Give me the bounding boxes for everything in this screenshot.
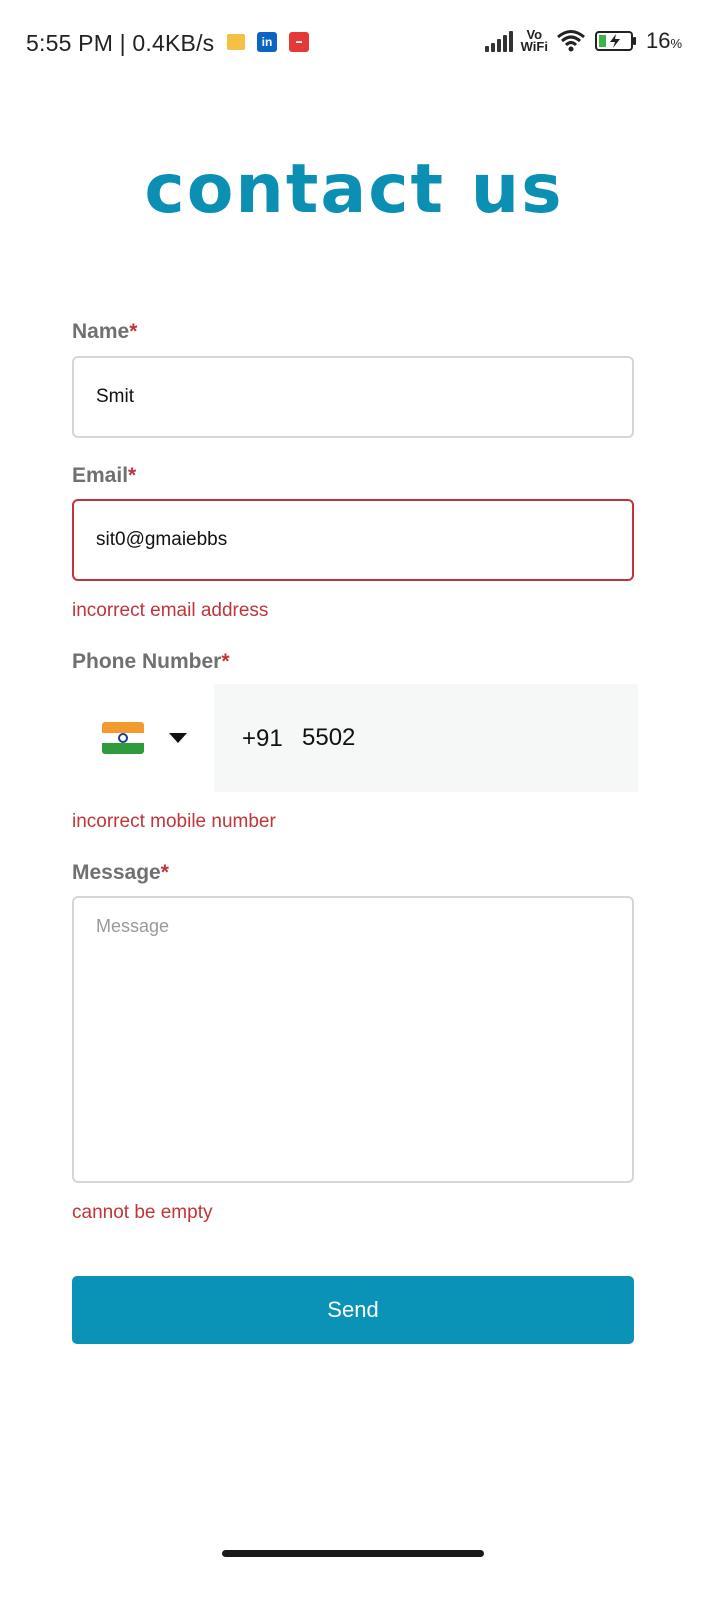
news-icon: ▬ xyxy=(289,32,309,52)
phone-number-input[interactable] xyxy=(302,714,622,762)
email-error: incorrect email address xyxy=(72,600,269,621)
required-marker: * xyxy=(129,320,138,343)
phone-error: incorrect mobile number xyxy=(72,811,276,832)
name-label: Name* xyxy=(72,320,138,343)
message-textarea[interactable] xyxy=(72,896,634,1183)
message-label: Message* xyxy=(72,861,169,884)
notification-icons: in ▬ xyxy=(227,32,309,52)
status-indicators: Vo WiFi 16% xyxy=(484,28,682,54)
battery-charging-icon xyxy=(594,31,636,51)
dial-code: +91 xyxy=(242,725,283,752)
page-title: contact us xyxy=(144,150,564,229)
email-label: Email* xyxy=(72,464,137,487)
required-marker: * xyxy=(128,464,137,487)
phone-label: Phone Number* xyxy=(72,650,230,673)
india-flag-icon xyxy=(102,722,144,754)
send-button[interactable]: Send xyxy=(72,1276,634,1344)
linkedin-icon: in xyxy=(257,32,277,52)
vowifi-label-bottom: WiFi xyxy=(520,39,548,54)
country-code-selector[interactable] xyxy=(72,684,214,792)
signal-strength-icon xyxy=(484,30,513,52)
phone-number-box: +91 xyxy=(214,684,638,792)
name-input[interactable] xyxy=(72,356,634,438)
message-icon xyxy=(227,34,245,50)
email-input[interactable] xyxy=(72,499,634,581)
status-bar: 5:55 PM | 0.4KB/s in ▬ Vo WiFi 16% xyxy=(0,0,720,88)
message-error: cannot be empty xyxy=(72,1202,213,1223)
phone-field: +91 xyxy=(72,684,638,792)
required-marker: * xyxy=(221,650,230,673)
required-marker: * xyxy=(160,861,169,884)
vowifi-icon: Vo WiFi xyxy=(520,28,548,54)
battery-percent: 16% xyxy=(645,28,682,53)
status-time: 5:55 PM | 0.4KB/s xyxy=(26,30,215,56)
caret-down-icon xyxy=(169,733,187,743)
home-indicator[interactable] xyxy=(222,1550,484,1557)
wifi-icon xyxy=(556,30,585,52)
